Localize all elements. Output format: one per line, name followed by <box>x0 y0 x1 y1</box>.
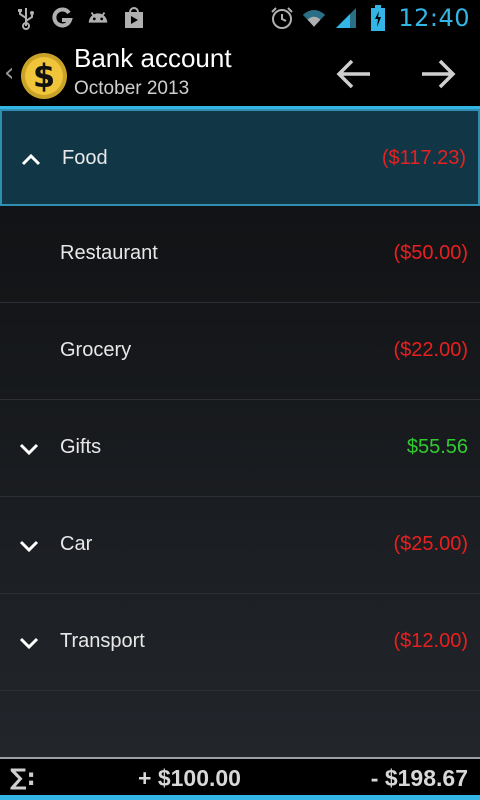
subcategory-label: Grocery <box>60 339 132 361</box>
next-month-button[interactable] <box>416 52 460 96</box>
battery-charging-icon <box>366 5 390 31</box>
chevron-down-icon <box>19 540 39 553</box>
totals-footer: ∑: + $100.00 - $198.67 <box>0 757 480 800</box>
subcategory-amount: ($50.00) <box>393 242 469 264</box>
subcategory-row-grocery[interactable]: Grocery ($22.00) <box>0 303 480 400</box>
wifi-icon <box>302 6 326 30</box>
alarm-icon <box>270 6 294 30</box>
chevron-up-icon <box>21 153 41 166</box>
svg-text:$: $ <box>33 57 55 95</box>
category-row-transport[interactable]: Transport ($12.00) <box>0 594 480 691</box>
category-label: Car <box>60 533 93 555</box>
play-store-icon <box>122 6 146 30</box>
subcategory-row-restaurant[interactable]: Restaurant ($50.00) <box>0 206 480 303</box>
g-icon <box>50 6 74 30</box>
previous-month-button[interactable] <box>332 52 376 96</box>
chevron-left-icon: ‹ <box>4 58 15 88</box>
category-amount: ($12.00) <box>393 630 469 652</box>
category-label: Food <box>62 147 108 169</box>
account-title: Bank account <box>74 43 232 73</box>
arrow-left-icon <box>336 59 370 89</box>
arrow-right-icon <box>422 59 456 89</box>
category-amount: ($117.23) <box>381 147 466 169</box>
category-row-car[interactable]: Car ($25.00) <box>0 497 480 594</box>
category-label: Transport <box>60 630 145 652</box>
signal-icon <box>334 6 358 30</box>
category-row-food[interactable]: Food ($117.23) <box>0 109 480 206</box>
total-income: + $100.00 <box>138 765 241 791</box>
system-icons: 12:40 <box>270 4 470 32</box>
period-subtitle: October 2013 <box>74 78 190 99</box>
category-amount: ($25.00) <box>393 533 469 555</box>
category-row-gifts[interactable]: Gifts $55.56 <box>0 400 480 497</box>
category-label: Gifts <box>60 436 102 458</box>
chevron-down-icon <box>19 637 39 650</box>
notification-icons <box>14 6 146 30</box>
subcategory-label: Restaurant <box>60 242 158 264</box>
chevron-down-icon <box>19 443 39 456</box>
total-expense: - $198.67 <box>370 765 468 791</box>
action-bar: ‹ $ Bank account October 2013 <box>0 38 480 108</box>
footer-accent-line <box>0 795 480 800</box>
subcategory-amount: ($22.00) <box>393 339 469 361</box>
android-icon <box>86 6 110 30</box>
category-list[interactable]: Food ($117.23) Restaurant ($50.00) Groce… <box>0 109 480 757</box>
category-amount: $55.56 <box>406 436 468 458</box>
usb-icon <box>14 6 38 30</box>
clock-time: 12:40 <box>398 4 470 32</box>
dollar-coin-icon: $ <box>21 53 67 99</box>
status-bar: 12:40 <box>0 0 480 38</box>
sum-symbol: ∑: <box>10 765 36 791</box>
